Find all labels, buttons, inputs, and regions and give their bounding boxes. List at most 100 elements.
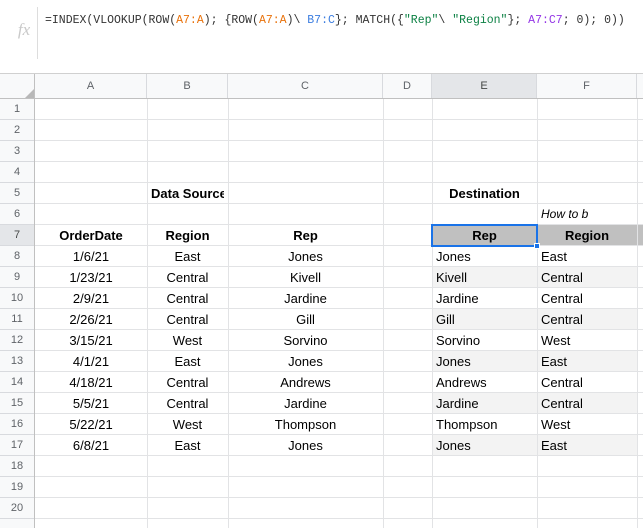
data-source-cell[interactable]: West	[151, 414, 224, 435]
column-header-b[interactable]: B	[147, 74, 228, 98]
gridline-vertical	[637, 99, 638, 528]
destination-cell[interactable]: Jardine	[436, 393, 533, 414]
row-header-6[interactable]: 6	[0, 204, 34, 225]
data-source-cell[interactable]: Jardine	[232, 288, 379, 309]
formula-token: "Region"	[452, 14, 508, 27]
data-source-cell[interactable]: 1/23/21	[39, 267, 143, 288]
data-source-cell[interactable]: Jones	[232, 351, 379, 372]
column-header-a[interactable]: A	[35, 74, 147, 98]
data-source-cell[interactable]: Central	[151, 372, 224, 393]
row-header-17[interactable]: 17	[0, 435, 34, 456]
destination-cell[interactable]: Jones	[436, 435, 533, 456]
data-source-cell[interactable]: West	[151, 330, 224, 351]
row-header-4[interactable]: 4	[0, 162, 34, 183]
data-source-cell[interactable]: Kivell	[232, 267, 379, 288]
select-all-corner[interactable]	[0, 74, 35, 99]
row-header-13[interactable]: 13	[0, 351, 34, 372]
data-source-cell[interactable]: Jones	[232, 246, 379, 267]
destination-cell[interactable]: Gill	[436, 309, 533, 330]
data-source-title[interactable]: Data Source	[151, 183, 224, 204]
destination-header[interactable]: Region	[541, 225, 633, 246]
data-source-cell[interactable]: East	[151, 435, 224, 456]
data-source-header[interactable]: Region	[151, 225, 224, 246]
column-header-e[interactable]: E	[432, 74, 537, 98]
data-source-header[interactable]: Rep	[232, 225, 379, 246]
destination-title[interactable]: Destination	[436, 183, 533, 204]
row-header-20[interactable]: 20	[0, 498, 34, 519]
destination-cell[interactable]: West	[541, 330, 633, 351]
row-header-18[interactable]: 18	[0, 456, 34, 477]
destination-cell[interactable]: Central	[541, 267, 633, 288]
data-source-cell[interactable]: Sorvino	[232, 330, 379, 351]
data-source-cell[interactable]: 4/1/21	[39, 351, 143, 372]
row-header-9[interactable]: 9	[0, 267, 34, 288]
formula-bar-divider	[37, 7, 38, 59]
destination-cell[interactable]: Jones	[436, 246, 533, 267]
destination-note[interactable]: How to b	[541, 204, 641, 225]
gridline-horizontal	[35, 182, 643, 183]
destination-cell[interactable]: East	[541, 246, 633, 267]
destination-cell[interactable]: Kivell	[436, 267, 533, 288]
destination-cell[interactable]: Andrews	[436, 372, 533, 393]
row-header-8[interactable]: 8	[0, 246, 34, 267]
data-source-cell[interactable]: Central	[151, 393, 224, 414]
row-header-16[interactable]: 16	[0, 414, 34, 435]
gridline-horizontal	[35, 119, 643, 120]
row-header-10[interactable]: 10	[0, 288, 34, 309]
row-header-5[interactable]: 5	[0, 183, 34, 204]
formula-token: ; 0); 0))	[562, 14, 625, 27]
destination-cell[interactable]: East	[541, 351, 633, 372]
destination-cell[interactable]: Central	[541, 393, 633, 414]
gridline-horizontal	[35, 140, 643, 141]
destination-cell[interactable]: Jones	[436, 351, 533, 372]
destination-cell[interactable]: East	[541, 435, 633, 456]
data-source-cell[interactable]: Central	[151, 267, 224, 288]
formula-token: };	[507, 14, 529, 27]
formula-token: =INDEX(VLOOKUP(ROW(	[45, 14, 177, 27]
column-header-blank[interactable]	[637, 74, 643, 98]
row-header-14[interactable]: 14	[0, 372, 34, 393]
data-source-cell[interactable]: 6/8/21	[39, 435, 143, 456]
row-header-1[interactable]: 1	[0, 99, 34, 120]
data-source-cell[interactable]: Jardine	[232, 393, 379, 414]
row-header-15[interactable]: 15	[0, 393, 34, 414]
data-source-cell[interactable]: Andrews	[232, 372, 379, 393]
data-source-cell[interactable]: 4/18/21	[39, 372, 143, 393]
destination-cell[interactable]: Central	[541, 309, 633, 330]
data-source-cell[interactable]: 2/26/21	[39, 309, 143, 330]
destination-cell[interactable]: Jardine	[436, 288, 533, 309]
column-header-f[interactable]: F	[537, 74, 637, 98]
destination-header[interactable]: Rep	[436, 225, 533, 246]
data-source-cell[interactable]: 5/22/21	[39, 414, 143, 435]
data-source-cell[interactable]: East	[151, 246, 224, 267]
data-source-cell[interactable]: Jones	[232, 435, 379, 456]
destination-cell[interactable]: West	[541, 414, 633, 435]
row-header-19[interactable]: 19	[0, 477, 34, 498]
column-header-d[interactable]: D	[383, 74, 432, 98]
data-source-cell[interactable]: 5/5/21	[39, 393, 143, 414]
data-source-cell[interactable]: 2/9/21	[39, 288, 143, 309]
row-header-7[interactable]: 7	[0, 225, 34, 246]
destination-cell[interactable]: Central	[541, 372, 633, 393]
row-header-11[interactable]: 11	[0, 309, 34, 330]
formula-input[interactable]: =INDEX(VLOOKUP(ROW(A7:A); {ROW(A7:A)\ B7…	[45, 12, 641, 30]
destination-cell[interactable]: Thompson	[436, 414, 533, 435]
gridline-vertical	[537, 99, 538, 528]
data-source-cell[interactable]: Thompson	[232, 414, 379, 435]
data-source-cell[interactable]: Central	[151, 288, 224, 309]
row-header-2[interactable]: 2	[0, 120, 34, 141]
data-source-cell[interactable]: East	[151, 351, 224, 372]
column-header-c[interactable]: C	[228, 74, 383, 98]
gridline-horizontal	[35, 476, 643, 477]
data-source-cell[interactable]: Gill	[232, 309, 379, 330]
data-source-cell[interactable]: 1/6/21	[39, 246, 143, 267]
row-header-3[interactable]: 3	[0, 141, 34, 162]
destination-cell[interactable]: Central	[541, 288, 633, 309]
row-header-12[interactable]: 12	[0, 330, 34, 351]
data-source-cell[interactable]: 3/15/21	[39, 330, 143, 351]
data-source-header[interactable]: OrderDate	[39, 225, 143, 246]
formula-token: \	[438, 14, 453, 27]
spreadsheet-grid: ABCDEF 1 2 3 4 5 6 7 8 9 10 11 12 13 14 15 16 17 18 19 20 D…	[0, 74, 643, 528]
destination-cell[interactable]: Sorvino	[436, 330, 533, 351]
data-source-cell[interactable]: Central	[151, 309, 224, 330]
